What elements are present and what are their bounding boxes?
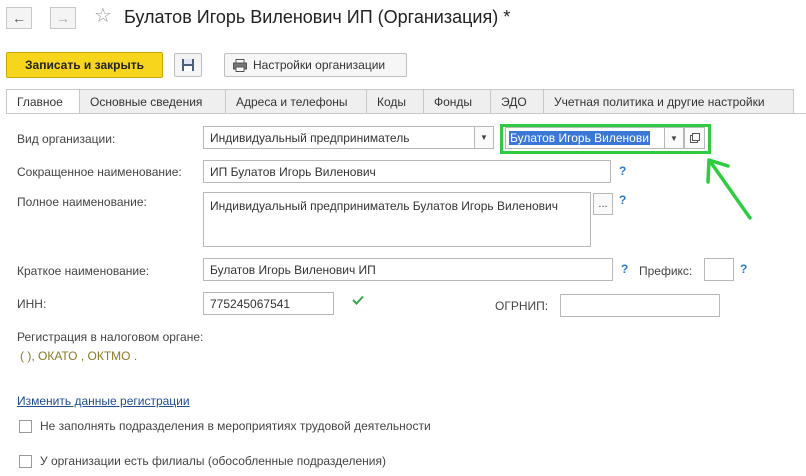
tab-accounting-policy[interactable]: Учетная политика и другие настройки <box>544 89 794 114</box>
page-title: Булатов Игорь Виленович ИП (Организация)… <box>124 7 511 27</box>
tax-registration-label: Регистрация в налоговом органе: <box>17 330 204 344</box>
full-name-label: Полное наименование: <box>17 195 147 209</box>
ogrnip-label: ОГРНИП: <box>495 299 549 313</box>
tab-basic-info[interactable]: Основные сведения <box>80 89 226 114</box>
tab-codes[interactable]: Коды <box>367 89 424 114</box>
org-type-dropdown-button[interactable]: ▼ <box>474 126 494 149</box>
back-button[interactable]: ← <box>6 7 32 29</box>
arrow-left-icon: ← <box>12 10 26 26</box>
star-icon[interactable]: ☆ <box>94 6 112 26</box>
forward-button[interactable]: → <box>50 7 76 29</box>
full-name-textarea[interactable]: Индивидуальный предприниматель Булатов И… <box>203 192 591 247</box>
printer-icon <box>233 58 247 72</box>
tab-edo[interactable]: ЭДО <box>491 89 544 114</box>
tab-main[interactable]: Главное <box>6 89 80 114</box>
floppy-disk-icon <box>182 59 194 71</box>
tab-funds[interactable]: Фонды <box>424 89 491 114</box>
short-name-input[interactable]: ИП Булатов Игорь Виленович <box>203 160 611 183</box>
short-name-help-icon[interactable]: ? <box>619 164 626 178</box>
inn-label: ИНН: <box>17 297 47 311</box>
prefix-help-icon[interactable]: ? <box>740 262 747 276</box>
arrow-right-icon: → <box>56 10 70 26</box>
inn-input[interactable]: 775245067541 <box>203 292 334 315</box>
change-registration-link[interactable]: Изменить данные регистрации <box>17 394 190 408</box>
full-name-more-button[interactable]: ... <box>593 193 613 215</box>
prefix-label: Префикс: <box>639 264 693 278</box>
annotation-arrow-icon <box>706 158 752 220</box>
no-subdivisions-checkbox[interactable] <box>19 420 32 433</box>
brief-name-input[interactable]: Булатов Игорь Виленович ИП <box>203 258 613 281</box>
org-type-label: Вид организации: <box>17 132 116 146</box>
highlight-frame <box>500 124 711 154</box>
short-name-label: Сокращенное наименование: <box>17 165 182 179</box>
full-name-help-icon[interactable]: ? <box>619 193 626 207</box>
branches-label: У организации есть филиалы (обособленные… <box>40 454 386 468</box>
brief-name-help-icon[interactable]: ? <box>621 262 628 276</box>
no-subdivisions-label: Не заполнять подразделения в мероприятия… <box>40 419 431 433</box>
brief-name-label: Краткое наименование: <box>17 264 150 278</box>
check-icon <box>352 295 364 305</box>
save-button[interactable] <box>174 53 202 77</box>
org-settings-button[interactable]: Настройки организации <box>224 53 407 77</box>
prefix-input[interactable] <box>704 258 734 281</box>
org-settings-label: Настройки организации <box>253 58 386 72</box>
tab-bar: Главное Основные сведения Адреса и телеф… <box>6 89 794 114</box>
save-and-close-button[interactable]: Записать и закрыть <box>6 52 163 78</box>
tax-registration-value: ( ), ОКАТО , ОКТМО . <box>20 349 138 363</box>
tab-addresses-phones[interactable]: Адреса и телефоны <box>226 89 367 114</box>
caret-down-icon: ▼ <box>480 133 488 142</box>
tab-divider <box>6 113 806 114</box>
ogrnip-input[interactable] <box>560 294 720 317</box>
org-type-select[interactable]: Индивидуальный предприниматель <box>203 126 475 149</box>
branches-checkbox[interactable] <box>19 455 32 468</box>
